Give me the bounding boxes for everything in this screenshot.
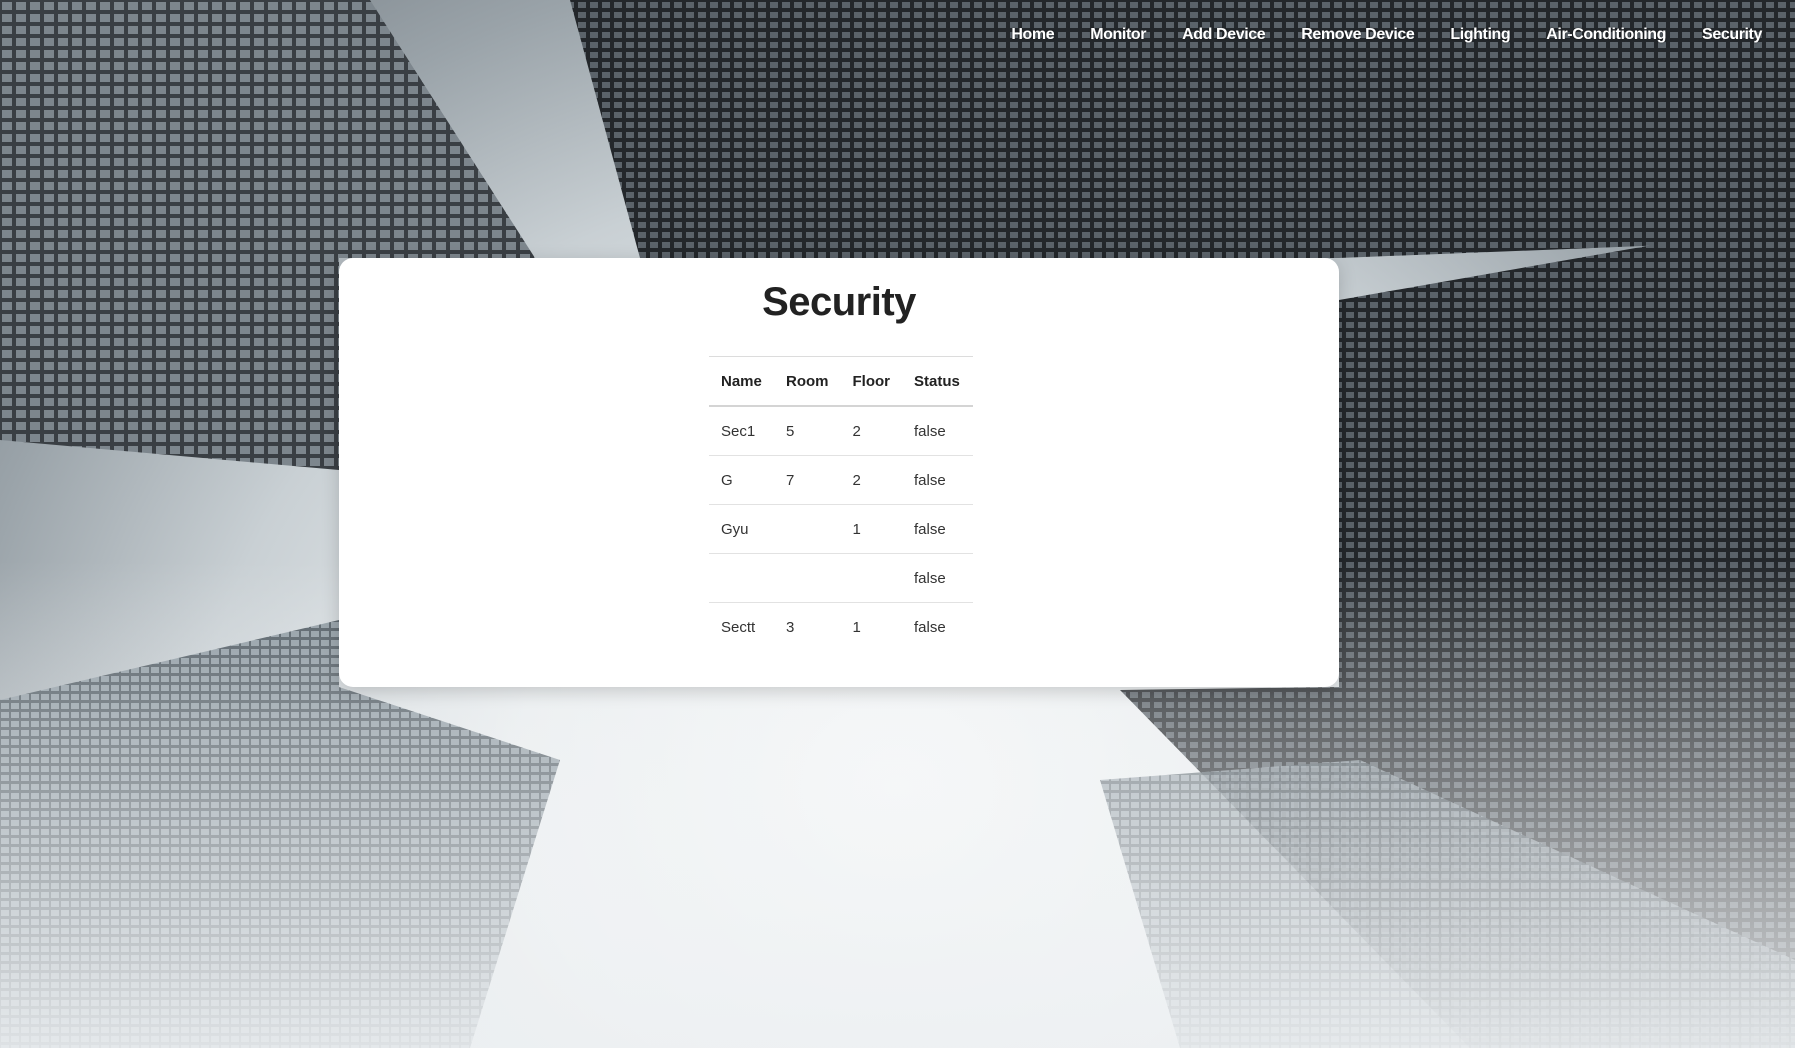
page-title: Security: [762, 280, 916, 324]
cell-status: false: [902, 455, 973, 505]
cell-name: Sec1: [709, 406, 774, 456]
column-header-room: Room: [774, 356, 841, 407]
nav-link-add-device[interactable]: Add Device: [1182, 26, 1266, 44]
table-row: G 7 2 false: [709, 455, 973, 505]
table-row: Sectt 3 1 false: [709, 603, 973, 652]
cell-floor: 2: [840, 406, 902, 456]
cell-room: [774, 504, 841, 554]
column-header-status: Status: [902, 356, 973, 407]
cell-name: [709, 553, 774, 603]
cell-status: false: [914, 618, 946, 636]
cell-floor: 1: [840, 504, 902, 554]
table-row: Sec1 5 2 false: [709, 406, 973, 456]
column-header-name: Name: [709, 356, 774, 407]
cell-name: Gyu: [709, 504, 774, 554]
nav-link-monitor[interactable]: Monitor: [1090, 26, 1146, 44]
cell-name: G: [709, 455, 774, 505]
nav-link-security[interactable]: Security: [1702, 26, 1762, 44]
cell-room: [774, 553, 841, 603]
cell-name: Sectt: [721, 618, 756, 636]
cell-room: 3: [786, 618, 795, 636]
security-card: Security Name Room Floor Status Sec1 5 2…: [339, 258, 1339, 687]
cell-floor: 2: [840, 455, 902, 505]
cell-status: false: [902, 553, 973, 603]
cell-status: false: [902, 504, 973, 554]
nav-link-home[interactable]: Home: [1011, 26, 1054, 44]
cell-room: 7: [774, 455, 841, 505]
nav-link-lighting[interactable]: Lighting: [1450, 26, 1510, 44]
cell-room: 5: [774, 406, 841, 456]
cell-floor: 1: [852, 618, 861, 636]
security-devices-table: Name Room Floor Status Sec1 5 2 false G …: [709, 356, 973, 651]
main-navigation: Home Monitor Add Device Remove Device Li…: [975, 26, 1762, 44]
table-row: false: [709, 553, 973, 603]
table-row: Gyu 1 false: [709, 504, 973, 554]
nav-link-remove-device[interactable]: Remove Device: [1301, 26, 1414, 44]
cell-floor: [840, 553, 902, 603]
nav-link-air-conditioning[interactable]: Air-Conditioning: [1546, 26, 1666, 44]
cell-status: false: [902, 406, 973, 456]
table-header-row: Name Room Floor Status: [709, 356, 973, 407]
column-header-floor: Floor: [840, 356, 902, 407]
